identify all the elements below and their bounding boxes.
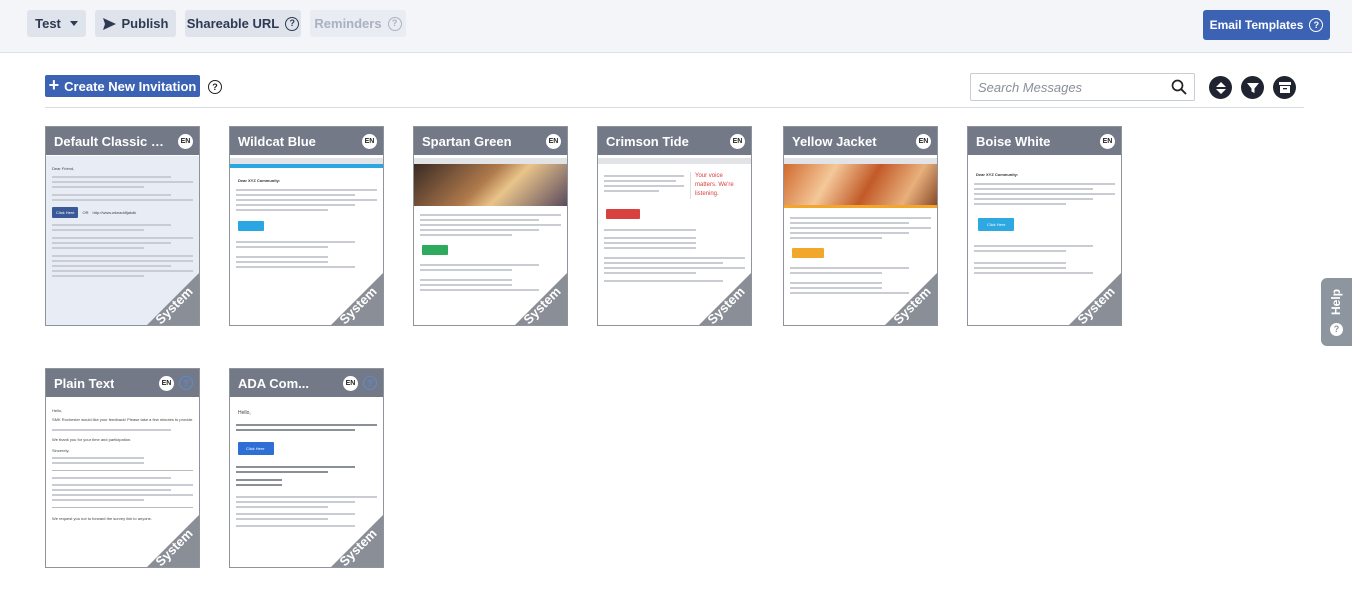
template-card[interactable]: Default Classic Sy... EN Dear Friend, Cl… bbox=[45, 126, 200, 326]
card-title: Boise White bbox=[976, 133, 1051, 149]
preview-greeting: Dear Friend, bbox=[52, 166, 75, 171]
card-header: Plain Text EN ? bbox=[46, 369, 199, 397]
template-card[interactable]: Yellow Jacket EN System bbox=[783, 126, 938, 326]
card-header: Default Classic Sy... EN bbox=[46, 127, 199, 155]
preview-button: Click Here bbox=[238, 442, 274, 455]
preview-button: Click Here bbox=[52, 207, 79, 218]
create-label: Create New Invitation bbox=[64, 78, 197, 94]
language-badge: EN bbox=[730, 134, 745, 149]
help-icon[interactable]: ? bbox=[363, 376, 377, 390]
shareable-url-label: Shareable URL bbox=[186, 16, 280, 31]
preview-intro: SMK Rochester would like your feedback! … bbox=[52, 417, 193, 422]
help-label: Help bbox=[1329, 288, 1344, 315]
publish-label: Publish bbox=[121, 16, 169, 31]
help-icon: ? bbox=[1330, 322, 1343, 336]
template-card[interactable]: Crimson Tide EN Your voice matters. We'r… bbox=[597, 126, 752, 326]
language-badge: EN bbox=[362, 134, 377, 149]
card-header: ADA Com... EN ? bbox=[230, 369, 383, 397]
filter-icon bbox=[1246, 82, 1259, 93]
help-icon[interactable]: ? bbox=[208, 80, 222, 94]
language-badge: EN bbox=[546, 134, 561, 149]
email-templates-button[interactable]: Email Templates ? bbox=[1203, 10, 1330, 40]
language-badge: EN bbox=[343, 376, 358, 391]
help-icon: ? bbox=[387, 16, 402, 31]
top-toolbar: Test Publish Shareable URL ? Reminders ?… bbox=[0, 0, 1352, 53]
card-title: Spartan Green bbox=[422, 133, 512, 149]
archive-icon bbox=[1278, 82, 1291, 93]
send-icon bbox=[102, 17, 116, 30]
template-card[interactable]: Spartan Green EN System bbox=[413, 126, 568, 326]
card-title: Plain Text bbox=[54, 375, 115, 391]
shareable-url-button[interactable]: Shareable URL ? bbox=[185, 10, 301, 37]
help-icon: ? bbox=[285, 16, 300, 31]
preview-button: Click Here bbox=[978, 218, 1015, 231]
reminders-button[interactable]: Reminders ? bbox=[310, 10, 406, 37]
sort-icon bbox=[1215, 81, 1226, 94]
help-tab[interactable]: Help ? bbox=[1321, 278, 1352, 346]
photo-banner bbox=[414, 164, 567, 206]
preview-link: http://www.wkeaddfjakdk bbox=[92, 210, 137, 215]
card-header: Spartan Green EN bbox=[414, 127, 567, 155]
language-badge: EN bbox=[1100, 134, 1115, 149]
divider bbox=[45, 107, 1304, 108]
create-new-invitation-button[interactable]: + Create New Invitation bbox=[45, 75, 200, 97]
preview-greeting: Hello, bbox=[52, 408, 63, 413]
language-badge: EN bbox=[159, 376, 174, 391]
template-card[interactable]: ADA Com... EN ? Hello, Click Here System bbox=[229, 368, 384, 568]
language-badge: EN bbox=[178, 134, 193, 149]
preview-or: OR bbox=[82, 210, 89, 215]
search-input[interactable] bbox=[978, 74, 1168, 100]
reminders-label: Reminders bbox=[314, 16, 382, 31]
search-box bbox=[970, 73, 1195, 101]
chevron-down-icon bbox=[69, 21, 78, 26]
preview-tagline: Your voice matters. We're listening. bbox=[690, 172, 740, 199]
card-title: Crimson Tide bbox=[606, 133, 689, 149]
preview-signoff: Sincerely, bbox=[52, 448, 70, 453]
card-title: Wildcat Blue bbox=[238, 133, 316, 149]
preview-greeting: Hello, bbox=[238, 410, 251, 416]
language-badge: EN bbox=[916, 134, 931, 149]
card-header: Wildcat Blue EN bbox=[230, 127, 383, 155]
preview-greeting: Dear XYZ Community: bbox=[238, 178, 281, 183]
card-title: Yellow Jacket bbox=[792, 133, 877, 149]
plus-icon: + bbox=[48, 75, 60, 95]
card-header: Crimson Tide EN bbox=[598, 127, 751, 155]
template-card[interactable]: Plain Text EN ? Hello, SMK Rochester wou… bbox=[45, 368, 200, 568]
sort-button[interactable] bbox=[1209, 76, 1232, 99]
photo-banner bbox=[784, 164, 937, 208]
filter-button[interactable] bbox=[1241, 76, 1264, 99]
email-templates-label: Email Templates bbox=[1209, 18, 1304, 32]
preview-greeting: Dear XYZ Community: bbox=[976, 172, 1019, 177]
template-card[interactable]: Wildcat Blue EN Dear XYZ Community: Syst… bbox=[229, 126, 384, 326]
card-header: Boise White EN bbox=[968, 127, 1121, 155]
card-title: Default Classic Sy... bbox=[54, 133, 166, 149]
help-icon: ? bbox=[1309, 18, 1324, 32]
test-dropdown-button[interactable]: Test bbox=[27, 10, 86, 37]
search-icon[interactable] bbox=[1171, 79, 1187, 95]
card-header: Yellow Jacket EN bbox=[784, 127, 937, 155]
publish-button[interactable]: Publish bbox=[95, 10, 176, 37]
card-title: ADA Com... bbox=[238, 375, 310, 391]
preview-thanks: We thank you for your time and participa… bbox=[52, 437, 132, 442]
archive-button[interactable] bbox=[1273, 76, 1296, 99]
template-card[interactable]: Boise White EN Dear XYZ Community: Click… bbox=[967, 126, 1122, 326]
help-icon[interactable]: ? bbox=[179, 376, 193, 390]
test-label: Test bbox=[35, 16, 61, 31]
